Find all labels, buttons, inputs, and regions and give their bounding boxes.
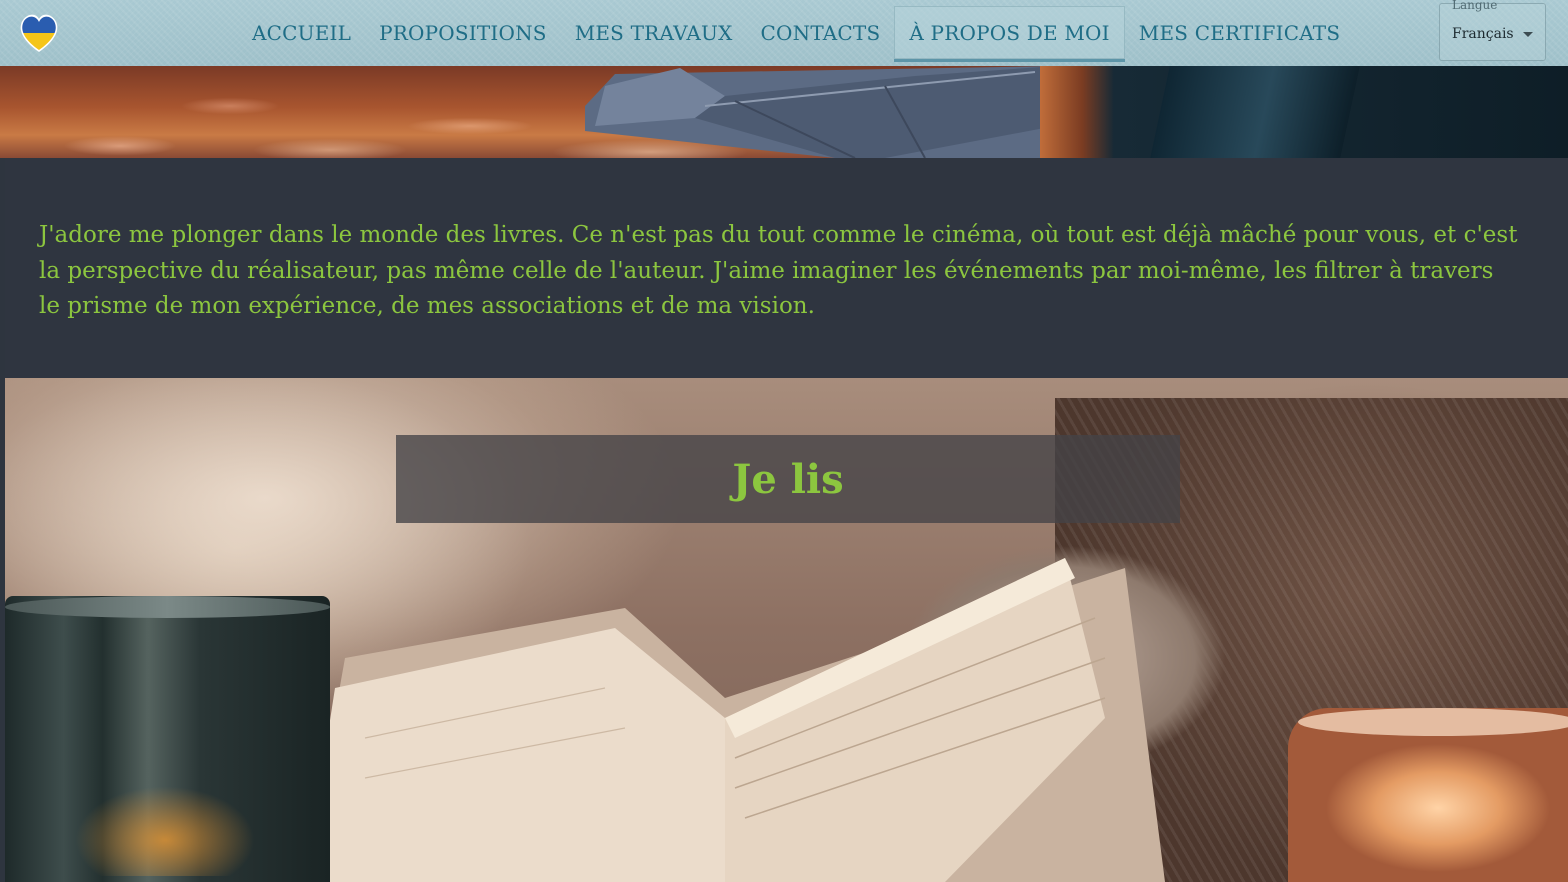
hobby-title: Je lis <box>732 455 844 503</box>
airplane-wing-graphic <box>585 66 1055 158</box>
airplane-window-image <box>0 66 1568 158</box>
language-select-label: Langue <box>1452 0 1498 12</box>
language-select[interactable]: Langue Français <box>1439 0 1546 61</box>
nav-propositions[interactable]: PROPOSITIONS <box>365 0 561 66</box>
window-frame-graphic <box>1040 66 1568 158</box>
nav-contacts[interactable]: CONTACTS <box>747 0 895 66</box>
language-select-value: Français <box>1452 26 1514 42</box>
nav-a-propos-de-moi[interactable]: À PROPOS DE MOI <box>894 6 1125 59</box>
dropdown-arrow-icon <box>1523 32 1533 37</box>
candle-holder-graphic <box>1288 708 1568 882</box>
hobby-title-box: Je lis <box>396 435 1180 523</box>
nav-mes-certificats[interactable]: MES CERTIFICATS <box>1125 0 1354 66</box>
site-header: ACCUEIL PROPOSITIONS MES TRAVAUX CONTACT… <box>0 0 1568 66</box>
nav-accueil[interactable]: ACCUEIL <box>238 0 365 66</box>
heart-flag-icon[interactable] <box>18 10 60 54</box>
about-text-section: J'adore me plonger dans le monde des liv… <box>5 158 1568 378</box>
mug-graphic <box>5 596 330 882</box>
nav-mes-travaux[interactable]: MES TRAVAUX <box>561 0 747 66</box>
about-paragraph: J'adore me plonger dans le monde des liv… <box>39 222 1518 319</box>
main-nav: ACCUEIL PROPOSITIONS MES TRAVAUX CONTACT… <box>238 0 1354 66</box>
